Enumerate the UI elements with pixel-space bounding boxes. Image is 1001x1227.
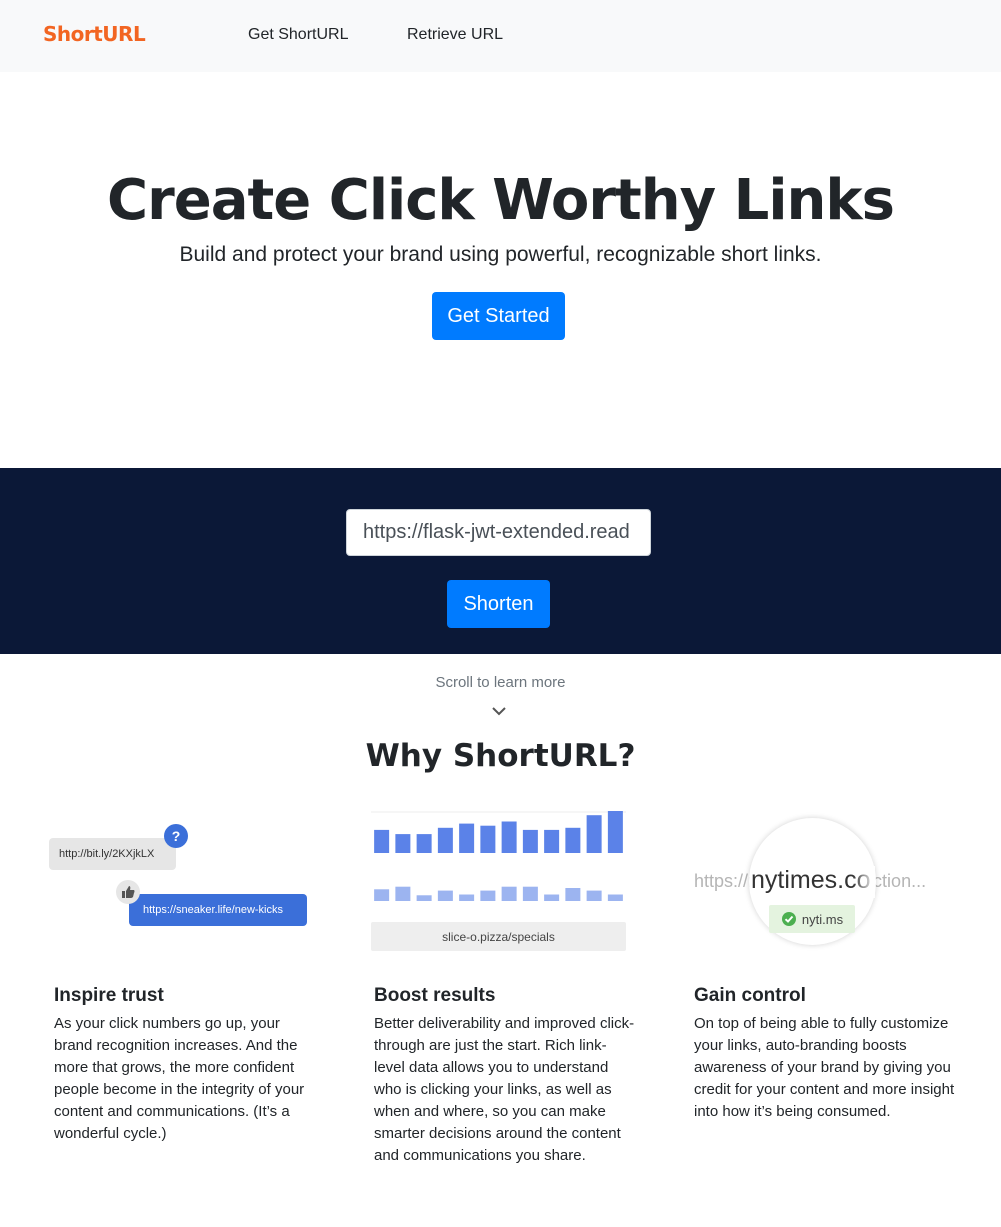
- bar-bottom: [416, 895, 432, 901]
- chevron-down-icon[interactable]: [492, 704, 506, 718]
- branded-link-text: https://sneaker.life/new-kicks: [143, 904, 284, 916]
- feature-title-trust: Inspire trust: [54, 985, 164, 1006]
- scroll-hint: Scroll to learn more: [435, 674, 566, 691]
- nav-link-retrieve-url[interactable]: Retrieve URL: [407, 26, 503, 44]
- bar-bottom: [395, 886, 411, 901]
- bar-top: [437, 827, 453, 853]
- bar-bottom: [374, 889, 390, 901]
- bar-bottom: [480, 890, 496, 901]
- bar-bottom: [522, 886, 538, 901]
- thumbs-up-icon: [116, 880, 140, 904]
- question-icon: ?: [164, 824, 188, 848]
- bar-bottom: [544, 894, 560, 901]
- get-started-button[interactable]: Get Started: [432, 292, 565, 340]
- short-link-bubble: http://bit.ly/2KXjkLX: [49, 838, 176, 870]
- why-title: Why ShortURL?: [365, 738, 636, 774]
- bar-top: [565, 827, 581, 853]
- feature-text-results: Better deliverability and improved click…: [374, 1015, 635, 1164]
- feature-title-control: Gain control: [694, 985, 806, 1006]
- nyti-badge: nyti.ms: [769, 905, 855, 933]
- verified-check-icon: [781, 912, 796, 926]
- bar-bottom: [459, 894, 475, 901]
- shorten-button[interactable]: Shorten: [447, 580, 550, 628]
- bar-bottom: [565, 888, 581, 901]
- slice-link-pill: slice-o.pizza/specials: [371, 922, 626, 951]
- bar-top: [586, 815, 602, 853]
- feature-text-control: On top of being able to fully customize …: [694, 1015, 955, 1120]
- slice-link-text: slice-o.pizza/specials: [442, 929, 555, 944]
- nyti-badge-text: nyti.ms: [801, 911, 844, 927]
- bar-bottom: [607, 894, 623, 901]
- feature-title-results: Boost results: [374, 985, 496, 1006]
- brand-logo[interactable]: ShortURL: [43, 22, 146, 46]
- bar-top: [459, 823, 475, 853]
- bar-top: [374, 829, 390, 853]
- bar-top: [501, 821, 517, 853]
- branded-link-bubble: https://sneaker.life/new-kicks: [129, 894, 307, 926]
- bar-bottom: [586, 890, 602, 901]
- hero-subtitle: Build and protect your brand using power…: [179, 243, 822, 266]
- short-link-text: http://bit.ly/2KXjkLX: [59, 848, 155, 860]
- bar-top: [480, 825, 496, 853]
- bar-top: [522, 829, 538, 853]
- bar-top: [544, 829, 560, 853]
- bar-top: [607, 811, 623, 853]
- click-bars-chart: [371, 811, 626, 901]
- zoom-fade: [853, 866, 875, 898]
- bar-top: [395, 834, 411, 853]
- navbar: ShortURL Get ShortURL Retrieve URL: [0, 0, 1001, 72]
- hero-title: Create Click Worthy Links: [107, 168, 895, 233]
- feature-text-trust: As your click numbers go up, your brand …: [54, 1015, 305, 1142]
- nav-link-get-shorturl[interactable]: Get ShortURL: [248, 26, 348, 44]
- bar-bottom: [437, 890, 453, 901]
- url-input[interactable]: [346, 509, 651, 556]
- bar-top: [416, 834, 432, 853]
- bar-bottom: [501, 886, 517, 901]
